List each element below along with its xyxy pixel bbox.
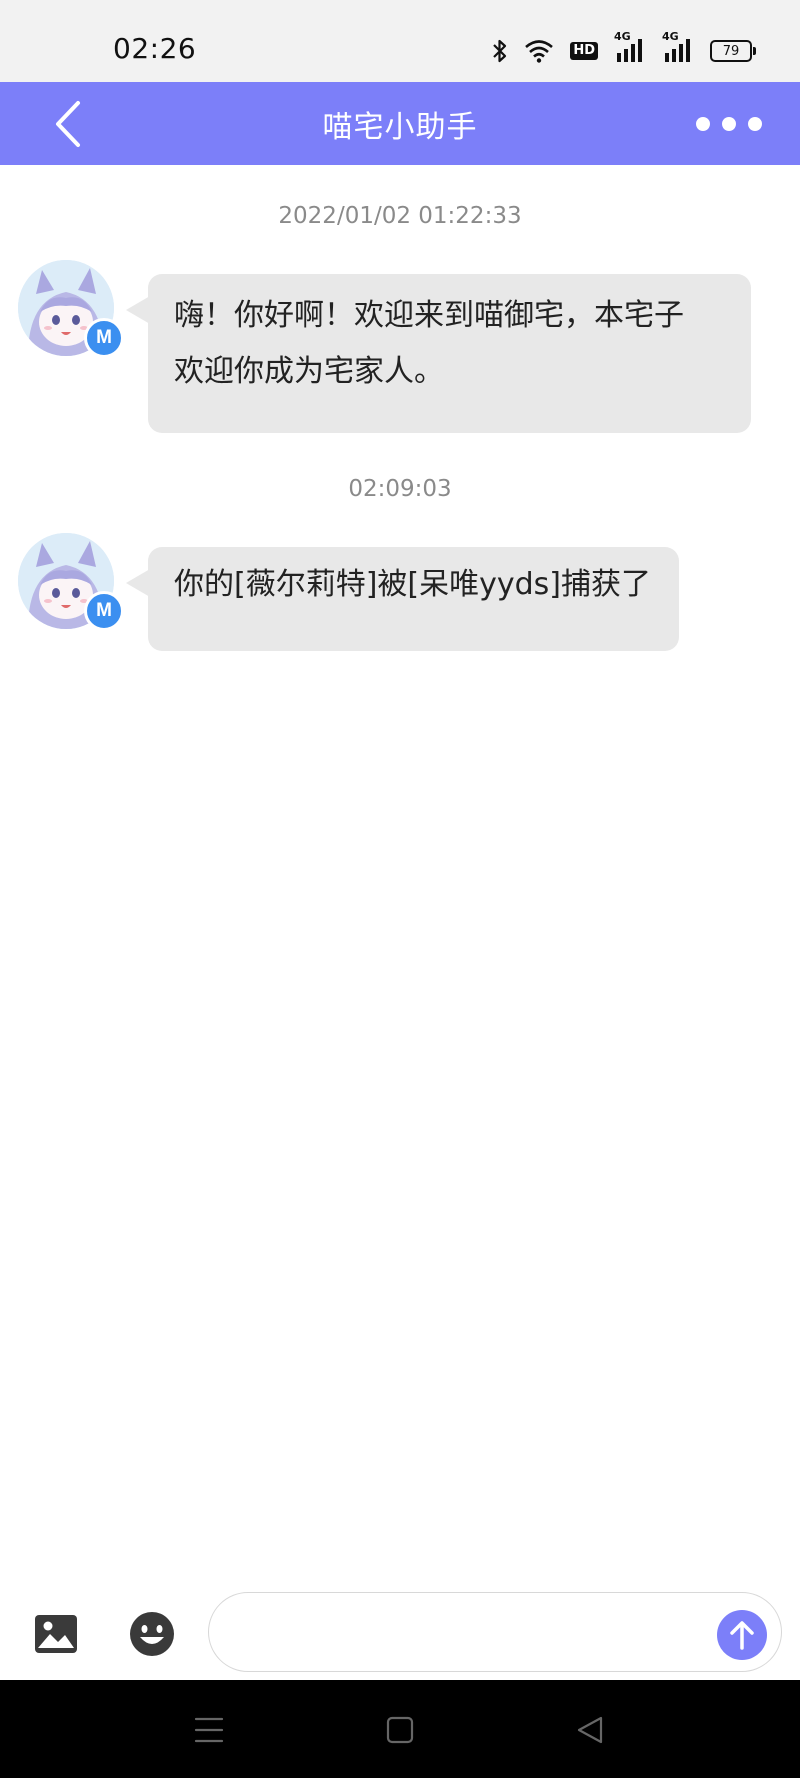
image-picker-button[interactable] bbox=[32, 1610, 80, 1658]
message-text-line: 嗨！你好啊！欢迎来到喵御宅，本宅子 bbox=[174, 298, 684, 333]
battery-icon: 79 bbox=[710, 40, 756, 62]
message-input[interactable] bbox=[208, 1592, 782, 1672]
emoji-button[interactable] bbox=[128, 1610, 176, 1658]
more-dots-icon bbox=[696, 117, 710, 131]
avatar-badge: M bbox=[84, 318, 124, 358]
hd-icon: HD bbox=[570, 42, 598, 60]
message-bubble[interactable]: 嗨！你好啊！欢迎来到喵御宅，本宅子 欢迎你成为宅家人。 bbox=[126, 274, 751, 433]
message-bubble[interactable]: 你的[薇尔莉特]被[呆唯yyds]捕获了 bbox=[126, 547, 679, 651]
signal-4g-icon: 4G bbox=[662, 30, 694, 64]
back-triangle-icon bbox=[577, 1716, 603, 1744]
avatar[interactable]: M bbox=[18, 533, 124, 631]
system-navigation-bar bbox=[0, 1680, 800, 1778]
header-bar: 喵宅小助手 bbox=[0, 82, 800, 165]
more-dots-icon bbox=[748, 117, 762, 131]
status-icons: HD 4G 4G 79 bbox=[492, 30, 756, 66]
status-bar: 02:26 HD 4G 4G 79 bbox=[0, 0, 800, 82]
home-square-icon bbox=[386, 1716, 414, 1744]
message-composer bbox=[0, 1588, 800, 1680]
message-text-line: 欢迎你成为宅家人。 bbox=[174, 354, 444, 389]
message-timestamp: 02:09:03 bbox=[348, 476, 452, 502]
image-icon bbox=[35, 1615, 77, 1653]
avatar-badge: M bbox=[84, 591, 124, 631]
send-button[interactable] bbox=[717, 1610, 767, 1660]
more-button[interactable] bbox=[696, 104, 762, 144]
system-back-button[interactable] bbox=[568, 1708, 612, 1752]
page-title: 喵宅小助手 bbox=[322, 110, 478, 145]
signal-4g-icon: 4G bbox=[614, 30, 646, 64]
bubble-tail bbox=[126, 296, 150, 324]
network-label: 4G bbox=[662, 30, 679, 43]
message-timestamp: 2022/01/02 01:22:33 bbox=[278, 203, 522, 229]
recent-apps-button[interactable] bbox=[187, 1708, 231, 1752]
avatar[interactable]: M bbox=[18, 260, 124, 358]
more-dots-icon bbox=[722, 117, 736, 131]
home-button[interactable] bbox=[378, 1708, 422, 1752]
status-time: 02:26 bbox=[113, 32, 197, 65]
bluetooth-icon bbox=[492, 38, 508, 64]
wifi-icon bbox=[524, 39, 554, 63]
network-label: 4G bbox=[614, 30, 631, 43]
message-text-line: 你的[薇尔莉特]被[呆唯yyds]捕获了 bbox=[174, 567, 651, 602]
emoji-icon bbox=[130, 1612, 174, 1656]
arrow-up-icon bbox=[730, 1621, 754, 1650]
battery-level: 79 bbox=[722, 43, 740, 59]
menu-icon bbox=[194, 1717, 224, 1743]
bubble-tail bbox=[126, 569, 150, 597]
